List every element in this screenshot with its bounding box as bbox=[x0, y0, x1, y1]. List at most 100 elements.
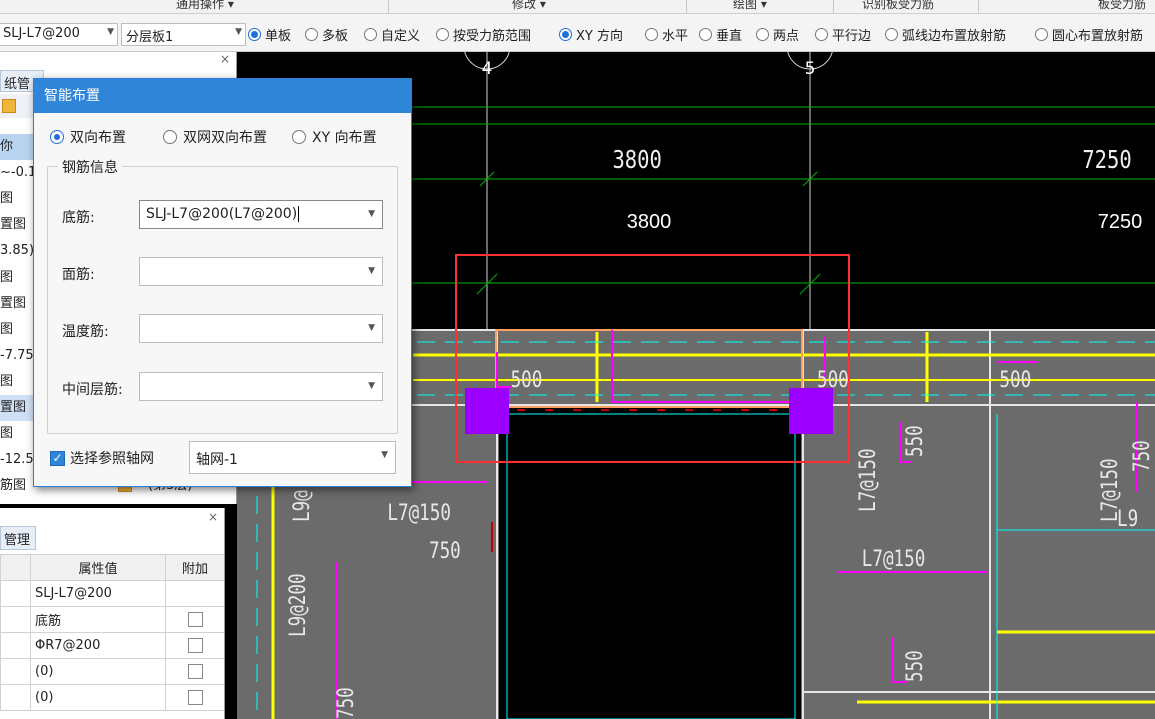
property-name-cell bbox=[0, 684, 31, 711]
property-extra-cell bbox=[165, 684, 224, 711]
placement-radio-1[interactable]: 多板 bbox=[305, 24, 348, 44]
property-value-cell[interactable]: ΦR7@200 bbox=[30, 632, 166, 659]
ribbon-group-bar: 通用操作 ▾ 修改 ▾ 绘图 ▾ 识别板受力筋 板受力筋 bbox=[0, 0, 1155, 14]
placement-radio-7[interactable]: 两点 bbox=[756, 24, 799, 44]
slab-opening bbox=[499, 407, 801, 719]
property-value-cell[interactable]: SLJ-L7@200 bbox=[30, 580, 166, 607]
extra-checkbox[interactable] bbox=[187, 612, 203, 627]
middle-rebar-select[interactable]: ▼ bbox=[139, 372, 383, 401]
ribbon-group-draw[interactable]: 绘图 ▾ bbox=[733, 0, 767, 12]
chevron-down-icon: ▼ bbox=[381, 450, 388, 460]
rebar-length-label: 750 bbox=[1129, 440, 1154, 472]
radio-unchecked-icon bbox=[645, 27, 658, 41]
radio-label: XY 方向 bbox=[576, 28, 623, 44]
mode-radio-double-net[interactable]: 双网双向布置 bbox=[163, 127, 267, 147]
radio-unchecked-icon bbox=[815, 27, 828, 41]
rebar-length-label: 550 bbox=[902, 650, 927, 682]
tree-item-label: -7.75 bbox=[0, 347, 34, 363]
rebar-spec-label: L7@150 bbox=[387, 500, 451, 525]
property-value-cell[interactable]: (0) bbox=[30, 684, 166, 711]
radio-label: 圆心布置放射筋 bbox=[1052, 28, 1144, 44]
placement-radio-6[interactable]: 垂直 bbox=[699, 24, 742, 44]
close-icon[interactable]: × bbox=[208, 510, 218, 524]
rebar-spec-label: L7@150 bbox=[855, 448, 880, 512]
rebar-length-label: 500 bbox=[817, 367, 849, 392]
ribbon-separator bbox=[978, 0, 979, 13]
radio-label: 弧线边布置放射筋 bbox=[902, 28, 1007, 44]
placement-radio-9[interactable]: 弧线边布置放射筋 bbox=[885, 24, 1006, 44]
mode-radio-xy[interactable]: XY 向布置 bbox=[292, 127, 377, 147]
placement-radio-2[interactable]: 自定义 bbox=[364, 24, 420, 44]
radio-label: XY 向布置 bbox=[312, 130, 377, 146]
placement-radio-3[interactable]: 按受力筋范围 bbox=[436, 24, 531, 44]
folder-icon[interactable] bbox=[2, 99, 16, 113]
ribbon-group-general[interactable]: 通用操作 ▾ bbox=[176, 0, 234, 12]
placement-radio-5[interactable]: 水平 bbox=[645, 24, 688, 44]
placement-radio-0[interactable]: 单板 bbox=[248, 24, 291, 44]
radio-unchecked-icon bbox=[885, 27, 898, 41]
table-row[interactable]: SLJ-L7@200 bbox=[0, 580, 224, 607]
property-extra-cell bbox=[165, 580, 224, 607]
ribbon-separator bbox=[833, 0, 834, 13]
table-row[interactable]: (0) bbox=[0, 684, 224, 711]
radio-label: 两点 bbox=[773, 28, 800, 44]
middle-rebar-label: 中间层筋: bbox=[62, 382, 123, 398]
table-row[interactable]: 底筋 bbox=[0, 606, 224, 633]
radio-checked-icon bbox=[50, 130, 64, 144]
placement-radio-10[interactable]: 圆心布置放射筋 bbox=[1035, 24, 1143, 44]
table-row[interactable]: ΦR7@200 bbox=[0, 632, 224, 659]
rebar-spec-label: L9@200 bbox=[285, 573, 310, 637]
extra-checkbox[interactable] bbox=[187, 690, 203, 705]
axis-grid-select[interactable]: 轴网-1 ▼ bbox=[189, 441, 396, 474]
temperature-rebar-select[interactable]: ▼ bbox=[139, 314, 383, 343]
axis-label-4: 4 bbox=[482, 59, 493, 79]
mode-radio-bidirectional[interactable]: 双向布置 bbox=[50, 127, 126, 147]
placement-radio-8[interactable]: 平行边 bbox=[815, 24, 871, 44]
radio-unchecked-icon bbox=[305, 27, 318, 41]
tree-item-label: 图 bbox=[0, 426, 14, 442]
rebar-length-label: 500 bbox=[999, 367, 1031, 392]
rebar-spec-label: L9 bbox=[1117, 506, 1138, 531]
chevron-down-icon: ▼ bbox=[368, 266, 375, 276]
dimension-text: 3800 bbox=[612, 146, 661, 174]
placement-radio-4[interactable]: XY 方向 bbox=[559, 24, 623, 44]
ribbon-group-identify-rebar[interactable]: 识别板受力筋 bbox=[862, 0, 934, 12]
chevron-down-icon: ▼ bbox=[368, 323, 375, 333]
checkbox-label: 选择参照轴网 bbox=[70, 451, 154, 467]
properties-tab[interactable]: 管理 bbox=[0, 526, 36, 550]
properties-table: 属性值 附加 SLJ-L7@200 底筋 ΦR7@200 (0) (0) bbox=[0, 554, 224, 711]
radio-checked-icon bbox=[559, 27, 572, 41]
ribbon-group-modify[interactable]: 修改 ▾ bbox=[512, 0, 546, 12]
top-rebar-select[interactable]: ▼ bbox=[139, 257, 383, 286]
chevron-down-icon: ▼ bbox=[107, 27, 114, 37]
radio-label: 单板 bbox=[265, 28, 292, 44]
bottom-rebar-select[interactable]: SLJ-L7@200(L7@200) ▼ bbox=[139, 200, 383, 229]
tree-item-label: 你 bbox=[0, 139, 14, 154]
property-value-cell[interactable]: (0) bbox=[30, 658, 166, 685]
property-name-cell bbox=[0, 606, 31, 633]
dialog-title[interactable]: 智能布置 bbox=[34, 79, 411, 113]
chevron-down-icon: ▼ bbox=[235, 27, 242, 37]
bottom-rebar-value: SLJ-L7@200(L7@200) bbox=[146, 206, 298, 222]
reference-grid-checkbox[interactable]: ✓ 选择参照轴网 bbox=[50, 448, 154, 468]
tree-item-label: 置图 bbox=[0, 400, 27, 415]
ribbon-group-slab-rebar[interactable]: 板受力筋 bbox=[1098, 0, 1146, 12]
rebar-name-select[interactable]: SLJ-L7@200 ▼ bbox=[0, 23, 118, 46]
close-icon[interactable]: × bbox=[220, 52, 230, 66]
dimension-text: 3800 bbox=[627, 211, 672, 233]
table-row[interactable]: (0) bbox=[0, 658, 224, 685]
radio-unchecked-icon bbox=[436, 27, 449, 41]
tree-item-label: 置图 bbox=[0, 295, 27, 311]
radio-label: 平行边 bbox=[832, 28, 872, 44]
axis-label-5: 5 bbox=[805, 59, 816, 79]
rebar-length-label: 750 bbox=[429, 538, 461, 563]
column[interactable] bbox=[789, 388, 833, 434]
property-value-cell[interactable]: 底筋 bbox=[30, 606, 166, 633]
tree-item-label: 3.85) bbox=[0, 243, 35, 259]
column[interactable] bbox=[465, 388, 509, 434]
extra-checkbox[interactable] bbox=[187, 664, 203, 679]
properties-body: SLJ-L7@200 底筋 ΦR7@200 (0) (0) bbox=[0, 580, 224, 711]
layer-select[interactable]: 分层板1 ▼ bbox=[121, 23, 246, 46]
extra-checkbox[interactable] bbox=[187, 638, 203, 653]
tree-item-label: 图 bbox=[0, 269, 14, 285]
